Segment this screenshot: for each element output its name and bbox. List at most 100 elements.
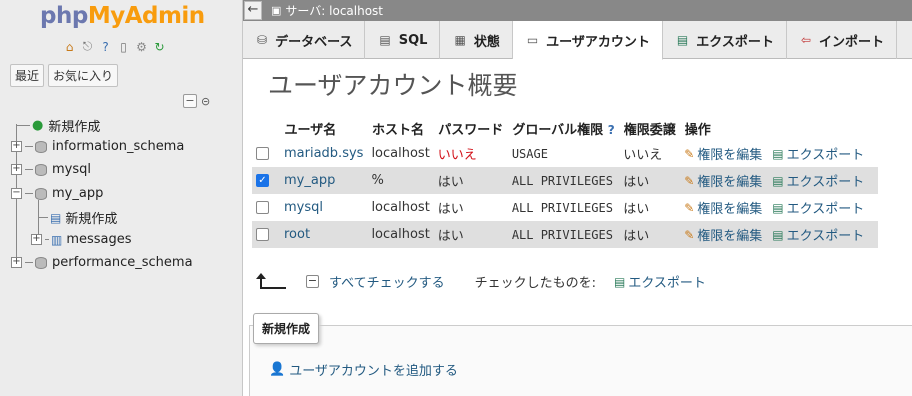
gear-icon[interactable]: ⚙ [134, 39, 149, 54]
host-name: localhost [367, 140, 434, 167]
table-row: mysql localhost はい ALL PRIVILEGES はい ✎ 権限… [252, 194, 879, 221]
help-icon[interactable]: ? [98, 39, 113, 54]
row-checkbox[interactable] [256, 201, 269, 214]
edit-privileges-link[interactable]: ✎ 権限を編集 [684, 225, 762, 245]
check-all-checkbox[interactable]: − [306, 275, 319, 288]
global-privileges: ALL PRIVILEGES [507, 221, 620, 248]
check-all-link[interactable]: すべてチェックする [329, 272, 445, 291]
password-status: いいえ [433, 140, 508, 167]
top-tabs: ⛁ データベース ▤ SQL ▦ 状態 ▭ ユーザアカウント ▤ エクスポート ⇦ インポー… [243, 21, 912, 60]
favorites-button[interactable]: お気に入り [48, 64, 119, 87]
grant-status: はい [619, 194, 681, 221]
arrow-up-icon [256, 272, 286, 289]
tree-table-messages[interactable]: + ▥ messages [31, 232, 132, 247]
with-selected-label: チェックしたものを: [474, 276, 596, 291]
export-link[interactable]: ▤ エクスポート [772, 171, 864, 191]
sql-icon: ▤ [379, 33, 391, 47]
user-name: mariadb.sys [280, 140, 368, 167]
database-icon [35, 187, 47, 200]
tree-new-database[interactable]: ● 新規作成 [16, 116, 100, 135]
export-link[interactable]: ▤ エクスポート [772, 198, 864, 218]
edit-privileges-link[interactable]: ✎ 権限を編集 [684, 171, 762, 191]
row-checkbox[interactable]: ✓ [256, 174, 269, 187]
export-icon: ▤ [772, 200, 784, 215]
database-icon [35, 256, 47, 269]
password-status: はい [433, 167, 508, 194]
bulk-actions: − すべてチェックする チェックしたものを: ▤ エクスポート [256, 272, 716, 292]
tab-status[interactable]: ▦ 状態 [440, 21, 513, 59]
expand-icon[interactable]: + [11, 164, 22, 175]
add-user-icon: 👤 [269, 362, 286, 377]
collapse-icon[interactable]: − [11, 188, 22, 199]
tab-databases[interactable]: ⛁ データベース [243, 21, 366, 59]
tree-my-app-new-table[interactable]: ▤ 新規作成 [38, 208, 117, 227]
edit-privileges-link[interactable]: ✎ 権限を編集 [684, 144, 762, 164]
database-icon [35, 140, 47, 153]
users-icon: ▭ [526, 33, 539, 47]
phpmyadmin-logo[interactable]: phpMyAdmin [40, 3, 205, 29]
recent-favorites: 最近 お気に入り [10, 64, 119, 87]
user-name: root [280, 221, 368, 248]
tab-import[interactable]: ⇦ インポート [787, 21, 897, 59]
new-section-legend: 新規作成 [253, 313, 320, 344]
row-checkbox[interactable] [256, 147, 269, 160]
home-icon[interactable]: ⌂ [62, 39, 77, 54]
edit-privileges-link[interactable]: ✎ 権限を編集 [684, 198, 762, 218]
help-icon[interactable]: ? [608, 123, 615, 137]
table-row: ✓ my_app % はい ALL PRIVILEGES はい ✎ 権限を編集 ▤ エ… [252, 167, 879, 194]
page-title: ユーザアカウント概要 [268, 71, 518, 100]
tree-db-performance-schema[interactable]: + performance_schema [11, 255, 193, 270]
docs-icon[interactable]: ▯ [116, 39, 131, 54]
breadcrumb-server[interactable]: サーバ: localhost [285, 2, 383, 19]
row-checkbox[interactable] [256, 228, 269, 241]
user-edit-icon: ✎ [684, 173, 695, 188]
bulk-export-button[interactable]: ▤ エクスポート [613, 272, 706, 292]
global-privileges: ALL PRIVILEGES [507, 194, 620, 221]
user-name: mysql [280, 194, 368, 221]
col-host: ホスト名 [367, 117, 435, 140]
new-table-icon: ▤ [50, 210, 62, 225]
database-icon [35, 163, 47, 176]
user-edit-icon: ✎ [684, 146, 695, 161]
reload-icon[interactable]: ↻ [152, 39, 167, 54]
expand-icon[interactable]: + [11, 257, 22, 268]
expand-icon[interactable]: + [11, 141, 22, 152]
back-arrow-icon[interactable]: ← [244, 1, 262, 20]
password-status: はい [433, 194, 508, 221]
status-icon: ▦ [454, 33, 466, 47]
logout-icon[interactable]: ⎋ [80, 39, 95, 54]
grant-status: はい [619, 221, 681, 248]
table-icon: ▥ [51, 232, 63, 247]
export-icon: ▤ [613, 274, 626, 289]
export-link[interactable]: ▤ エクスポート [772, 144, 864, 164]
user-edit-icon: ✎ [684, 227, 695, 242]
tree-db-information-schema[interactable]: + information_schema [11, 139, 184, 154]
collapse-all-button[interactable]: − [183, 94, 197, 108]
user-accounts-table: ユーザ名 ホスト名 パスワード グローバル権限 ? 権限委譲 操作 mariad… [252, 117, 879, 248]
tab-sql[interactable]: ▤ SQL [365, 21, 441, 59]
export-link[interactable]: ▤ エクスポート [772, 225, 864, 245]
nav-icons: ⌂ ⎋ ? ▯ ⚙ ↻ [62, 39, 167, 54]
link-icon[interactable]: ⊝ [201, 95, 210, 108]
table-row: root localhost はい ALL PRIVILEGES はい ✎ 権限を… [252, 221, 879, 248]
tree-db-mysql[interactable]: + mysql [11, 162, 91, 177]
table-header-row: ユーザ名 ホスト名 パスワード グローバル権限 ? 権限委譲 操作 [252, 117, 879, 140]
server-icon: ▣ [271, 4, 282, 17]
grant-status: いいえ [619, 140, 681, 167]
recent-button[interactable]: 最近 [10, 64, 45, 87]
user-name: my_app [280, 167, 368, 194]
table-row: mariadb.sys localhost いいえ USAGE いいえ ✎ 権限を… [252, 140, 879, 167]
col-password: パスワード [433, 117, 509, 140]
tab-user-accounts[interactable]: ▭ ユーザアカウント [512, 21, 663, 60]
expand-icon[interactable]: + [31, 234, 42, 245]
global-privileges: ALL PRIVILEGES [507, 167, 620, 194]
database-icon: ⛁ [257, 33, 268, 47]
tree-db-my-app[interactable]: − my_app [11, 186, 103, 201]
tree-controls: − ⊝ [183, 94, 210, 108]
export-icon: ▤ [772, 227, 784, 242]
col-action: 操作 [680, 117, 879, 140]
tab-export[interactable]: ▤ エクスポート [663, 21, 787, 59]
add-user-link[interactable]: 👤 ユーザアカウントを追加する [269, 360, 458, 379]
breadcrumb-bar: ← ▣ サーバ: localhost [243, 0, 912, 21]
navigation-sidebar: phpMyAdmin ⌂ ⎋ ? ▯ ⚙ ↻ 最近 お気に入り − ⊝ ● 新規作… [0, 0, 243, 396]
